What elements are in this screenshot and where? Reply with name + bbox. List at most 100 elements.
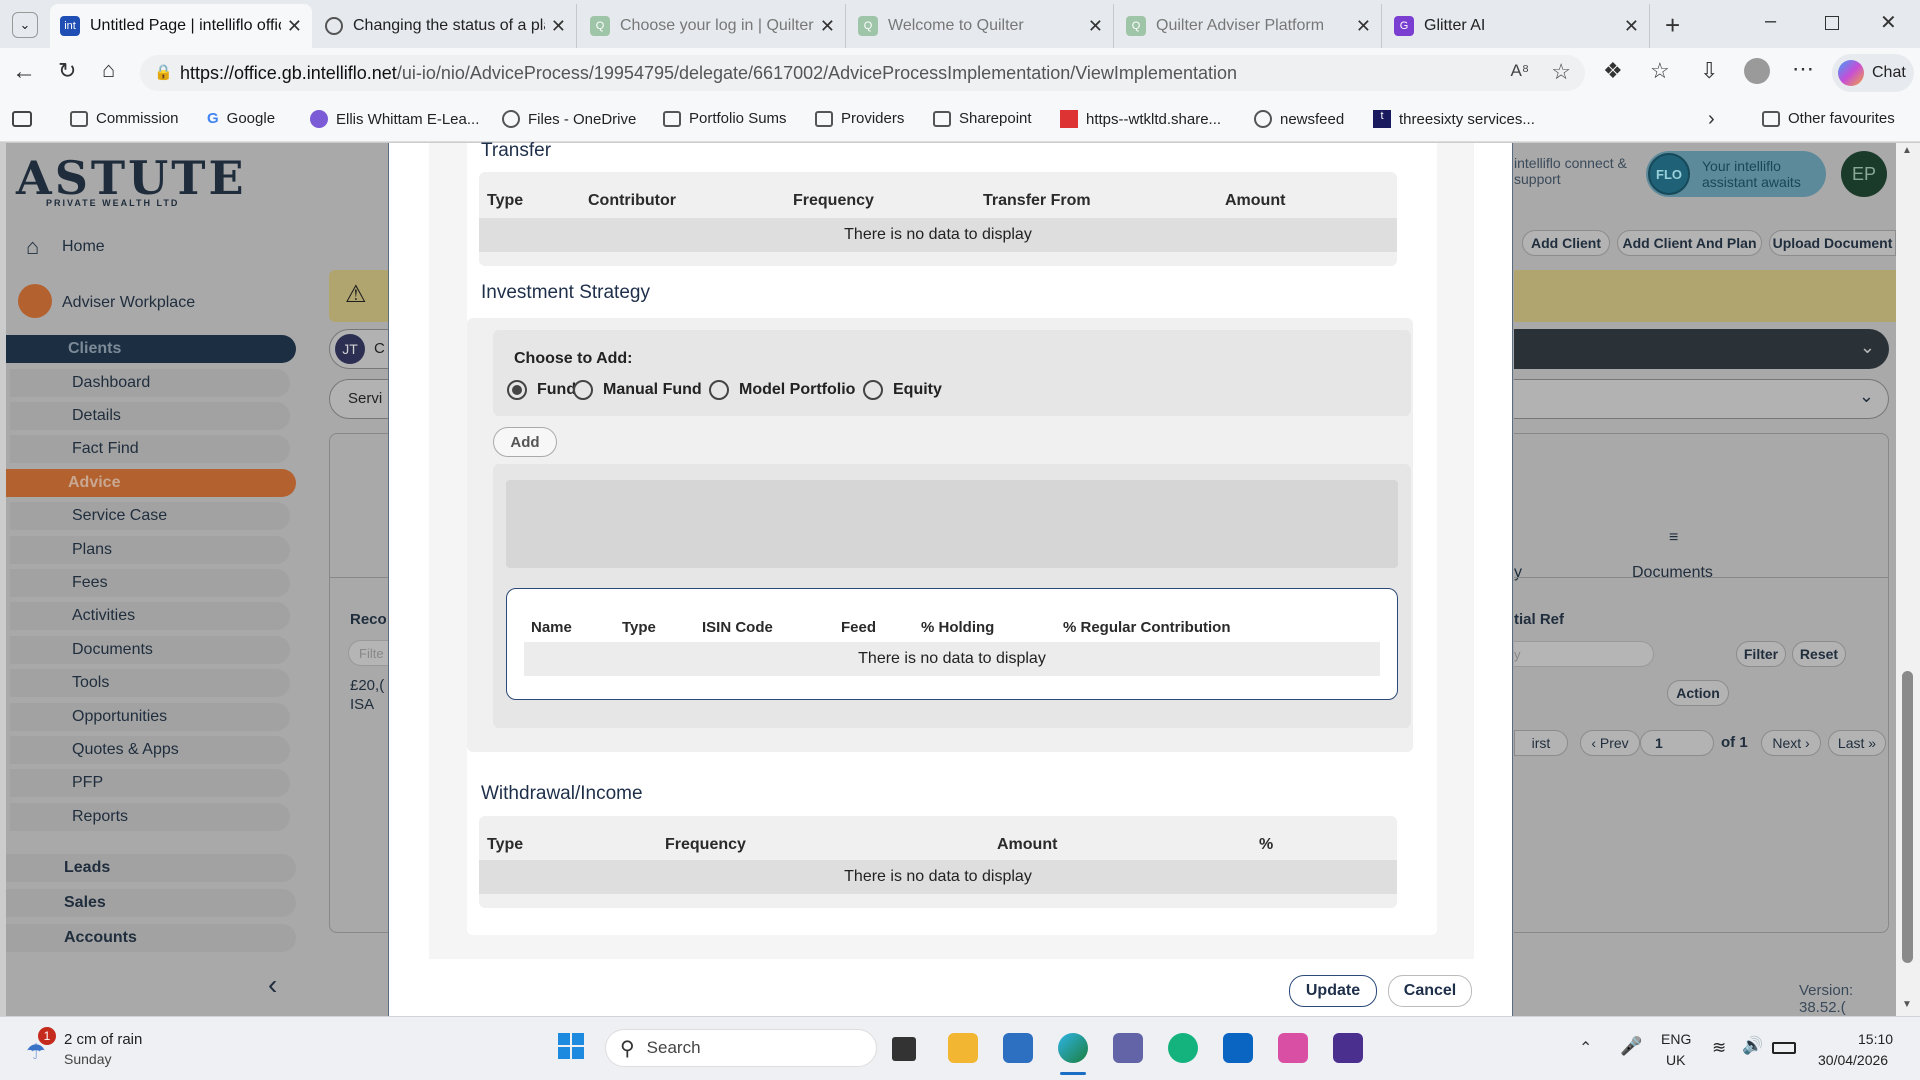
user-avatar[interactable]: EP bbox=[1841, 151, 1887, 197]
add-client-and-plan-button[interactable]: Add Client And Plan bbox=[1617, 230, 1762, 256]
scroll-up-icon[interactable]: ▲ bbox=[1902, 145, 1912, 156]
radio-empty-icon[interactable] bbox=[709, 380, 729, 400]
bookmark-providers[interactable]: Providers bbox=[815, 110, 904, 127]
tab-quilter-login[interactable]: Q Choose your log in | Quilter ✕ bbox=[580, 4, 846, 48]
other-favourites[interactable]: Other favourites bbox=[1762, 110, 1895, 127]
back-icon[interactable]: ← bbox=[12, 58, 36, 86]
sidebar-item-activities[interactable]: Activities bbox=[10, 602, 290, 630]
home-icon[interactable]: ⌂ bbox=[102, 57, 115, 83]
favourite-star-icon[interactable]: ☆ bbox=[1551, 59, 1571, 85]
client-dropdown-bar[interactable]: ⌄ bbox=[1514, 329, 1889, 369]
sidebar-item-advice[interactable]: Advice bbox=[6, 469, 296, 497]
lock-icon[interactable]: 🔒 bbox=[154, 63, 173, 81]
glitter-ai-icon[interactable] bbox=[1333, 1033, 1363, 1063]
chevron-down-icon[interactable]: ⌄ bbox=[1860, 337, 1875, 358]
edge-icon[interactable] bbox=[1058, 1033, 1088, 1063]
clock-date[interactable]: 30/04/2026 bbox=[1818, 1052, 1888, 1068]
radio-fund[interactable]: Fund bbox=[507, 380, 576, 400]
upload-document-button[interactable]: Upload Document bbox=[1769, 230, 1896, 256]
language-label[interactable]: ENG bbox=[1661, 1031, 1691, 1047]
bookmark-threesixty[interactable]: t threesixty services... bbox=[1373, 110, 1535, 128]
sidebar-item-tools[interactable]: Tools bbox=[10, 669, 290, 697]
sidebar-item-reports[interactable]: Reports bbox=[10, 803, 290, 831]
bookmarks-overflow-chevron-icon[interactable]: › bbox=[1708, 108, 1715, 131]
battery-icon[interactable] bbox=[1772, 1042, 1796, 1054]
close-tab-icon[interactable]: ✕ bbox=[1356, 16, 1371, 37]
clock-time[interactable]: 15:10 bbox=[1858, 1031, 1893, 1047]
intelliflo-connect-link[interactable]: intelliflo connect & support bbox=[1514, 155, 1639, 187]
downloads-icon[interactable]: ⇩ bbox=[1700, 58, 1718, 84]
copilot-chat-button[interactable]: Chat bbox=[1832, 54, 1914, 92]
wifi-icon[interactable]: ≋ bbox=[1712, 1038, 1726, 1058]
task-view-icon[interactable] bbox=[892, 1037, 916, 1061]
pager-last[interactable]: Last » bbox=[1828, 730, 1886, 756]
service-dropdown-bar[interactable]: ⌄ bbox=[1514, 379, 1889, 419]
ref-input-partial[interactable]: y bbox=[1514, 641, 1654, 667]
sidebar-item-accounts[interactable]: Accounts bbox=[6, 924, 296, 952]
minimize-icon[interactable]: – bbox=[1765, 10, 1776, 33]
filter-button[interactable]: Filter bbox=[1736, 641, 1786, 667]
update-button[interactable]: Update bbox=[1289, 975, 1377, 1007]
sidebar-item-documents[interactable]: Documents bbox=[10, 636, 290, 664]
bookmark-onedrive[interactable]: Files - OneDrive bbox=[502, 110, 636, 128]
sidebar-item-dashboard[interactable]: Dashboard bbox=[10, 369, 290, 397]
collapse-sidebar-chevron-icon[interactable]: ‹ bbox=[268, 969, 277, 1001]
bookmark-google[interactable]: G Google bbox=[207, 110, 275, 127]
filter-input-partial[interactable]: Filte bbox=[348, 640, 390, 666]
file-explorer-icon[interactable] bbox=[948, 1033, 978, 1063]
show-hidden-icons-chevron-icon[interactable]: ⌃ bbox=[1579, 1038, 1592, 1058]
scroll-down-icon[interactable]: ▼ bbox=[1902, 999, 1912, 1010]
sidebar-item-sales[interactable]: Sales bbox=[6, 889, 296, 917]
extensions-icon[interactable]: ❖ bbox=[1603, 58, 1623, 84]
add-button[interactable]: Add bbox=[493, 427, 557, 457]
radio-model-portfolio[interactable]: Model Portfolio bbox=[709, 380, 855, 400]
home-link[interactable]: Home bbox=[62, 238, 105, 256]
bookmark-ellis-whittam[interactable]: Ellis Whittam E-Lea... bbox=[310, 110, 479, 128]
snipping-tool-icon[interactable] bbox=[1278, 1033, 1308, 1063]
microphone-icon[interactable]: 🎤 bbox=[1620, 1036, 1642, 1057]
region-label[interactable]: UK bbox=[1666, 1052, 1685, 1068]
chevron-down-icon[interactable]: ⌄ bbox=[1859, 386, 1874, 407]
sidebar-item-service-case[interactable]: Service Case bbox=[10, 502, 290, 530]
reading-list-icon[interactable] bbox=[12, 111, 32, 127]
sidebar-item-opportunities[interactable]: Opportunities bbox=[10, 703, 290, 731]
pager-page-input[interactable]: 1 bbox=[1640, 730, 1714, 756]
windows-start-icon[interactable] bbox=[558, 1033, 584, 1059]
service-selector[interactable]: Servi bbox=[329, 379, 389, 419]
bookmark-newsfeed[interactable]: newsfeed bbox=[1254, 110, 1344, 128]
close-tab-icon[interactable]: ✕ bbox=[551, 16, 566, 37]
sidebar-item-clients[interactable]: Clients bbox=[6, 335, 296, 363]
home-icon[interactable]: ⌂ bbox=[26, 234, 39, 260]
new-tab-icon[interactable]: + bbox=[1665, 10, 1680, 41]
store-icon[interactable] bbox=[1003, 1033, 1033, 1063]
documents-tab[interactable]: Documents bbox=[1632, 564, 1713, 582]
window-close-icon[interactable]: ✕ bbox=[1880, 10, 1897, 35]
sidebar-item-pfp[interactable]: PFP bbox=[10, 769, 290, 797]
action-button[interactable]: Action bbox=[1667, 680, 1729, 706]
weather-widget[interactable]: ☂ 1 2 cm of rain Sunday bbox=[20, 1027, 180, 1071]
tab-quilter-adviser[interactable]: Q Quilter Adviser Platform ✕ bbox=[1116, 4, 1382, 48]
pager-first[interactable]: irst bbox=[1514, 730, 1568, 756]
adviser-workplace-link[interactable]: Adviser Workplace bbox=[62, 294, 195, 312]
scrollbar-thumb[interactable] bbox=[1902, 671, 1913, 963]
reset-button[interactable]: Reset bbox=[1792, 641, 1846, 667]
tab-welcome-quilter[interactable]: Q Welcome to Quilter ✕ bbox=[848, 4, 1114, 48]
radio-empty-icon[interactable] bbox=[573, 380, 593, 400]
radio-manual-fund[interactable]: Manual Fund bbox=[573, 380, 702, 400]
sidebar-item-details[interactable]: Details bbox=[10, 402, 290, 430]
client-selector[interactable]: JT C bbox=[329, 329, 389, 369]
pager-prev[interactable]: ‹ Prev bbox=[1580, 730, 1640, 756]
grammarly-icon[interactable] bbox=[1168, 1033, 1198, 1063]
sidebar-item-fact-find[interactable]: Fact Find bbox=[10, 435, 290, 463]
sidebar-item-quotes-apps[interactable]: Quotes & Apps bbox=[10, 736, 290, 764]
close-tab-icon[interactable]: ✕ bbox=[1088, 16, 1103, 37]
pager-next[interactable]: Next › bbox=[1761, 730, 1821, 756]
volume-icon[interactable]: 🔊 bbox=[1742, 1036, 1763, 1056]
sidebar-item-leads[interactable]: Leads bbox=[6, 854, 296, 882]
tab-glitter-ai[interactable]: G Glitter AI ✕ bbox=[1384, 4, 1650, 48]
teams-icon[interactable] bbox=[1113, 1033, 1143, 1063]
radio-equity[interactable]: Equity bbox=[863, 380, 942, 400]
tab-changing-status[interactable]: Changing the status of a plan ✕ bbox=[315, 4, 577, 48]
bookmark-wtkltd[interactable]: https--wtkltd.share... bbox=[1060, 110, 1221, 128]
outlook-icon[interactable] bbox=[1223, 1033, 1253, 1063]
